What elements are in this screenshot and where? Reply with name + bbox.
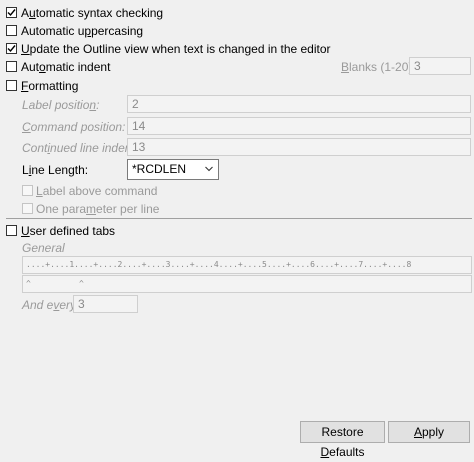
separator (6, 218, 472, 219)
uppercasing-label[interactable]: Automatic uppercasing (21, 24, 143, 38)
user-tabs-label[interactable]: User defined tabs (21, 224, 115, 238)
syntax-checking-checkbox[interactable] (6, 7, 17, 18)
every-label: And every: (22, 298, 80, 312)
continued-indent-label: Continued line indent: (22, 141, 139, 155)
outline-update-checkbox[interactable] (6, 43, 17, 54)
label-above-checkbox[interactable] (22, 185, 33, 196)
chevron-down-icon (205, 166, 213, 172)
continued-indent-input[interactable]: 13 (127, 138, 471, 156)
tab-markers[interactable]: ^ ^ (22, 275, 472, 293)
line-length-select[interactable]: *RCDLEN (127, 159, 219, 180)
auto-indent-label[interactable]: Automatic indent (21, 60, 110, 74)
auto-indent-checkbox[interactable] (6, 61, 17, 72)
formatting-label[interactable]: Formatting (21, 79, 78, 93)
one-param-checkbox[interactable] (22, 203, 33, 214)
checkmark-icon (7, 45, 16, 53)
blanks-input[interactable]: 3 (409, 57, 471, 75)
tab-ruler: ....+....1....+....2....+....3....+....4… (22, 256, 472, 274)
checkmark-icon (7, 9, 16, 17)
outline-update-label[interactable]: Update the Outline view when text is cha… (21, 42, 331, 56)
label-above-label[interactable]: Label above command (36, 184, 157, 198)
label-position-input[interactable]: 2 (127, 95, 471, 113)
general-label: General (22, 241, 65, 255)
label-position-label: Label position: (22, 98, 100, 112)
user-tabs-checkbox[interactable] (6, 225, 17, 236)
restore-defaults-button[interactable]: Restore Defaults (300, 421, 385, 459)
line-length-label: Line Length: (22, 163, 89, 177)
command-position-label: Command position: (22, 120, 126, 134)
every-input[interactable]: 3 (73, 295, 138, 313)
syntax-checking-label[interactable]: Automatic syntax checking (21, 6, 163, 20)
line-length-value: *RCDLEN (132, 162, 187, 176)
one-param-label[interactable]: One parameter per line (36, 202, 159, 216)
formatting-checkbox[interactable] (6, 80, 17, 91)
uppercasing-checkbox[interactable] (6, 25, 17, 36)
command-position-input[interactable]: 14 (127, 117, 471, 135)
apply-button[interactable]: Apply (388, 421, 470, 443)
blanks-label: Blanks (1-20): (341, 60, 416, 74)
